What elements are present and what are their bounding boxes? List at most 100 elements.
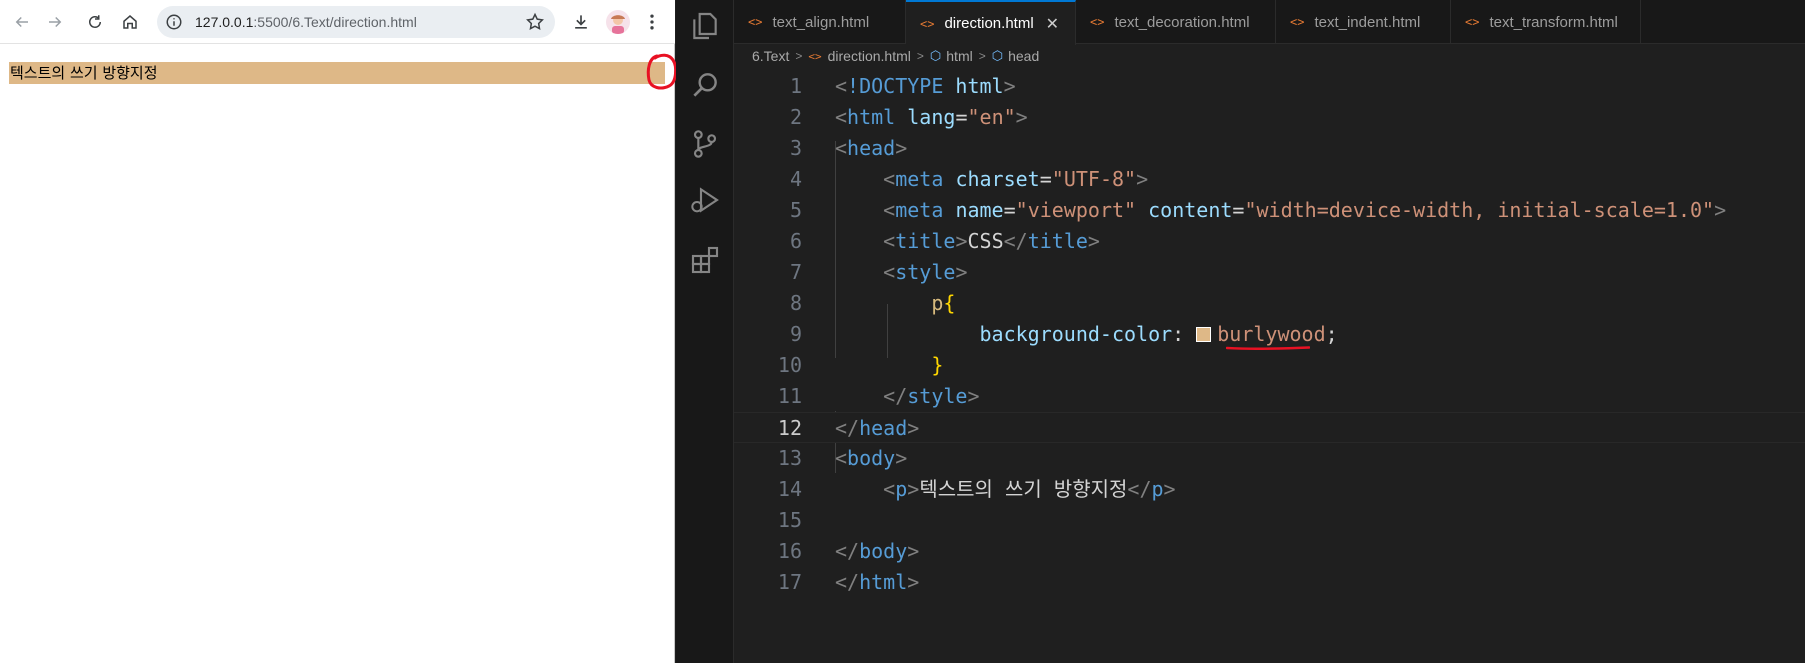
token-tag: body [847, 446, 896, 470]
code-line: 3 <head> [734, 133, 1805, 164]
home-button[interactable] [117, 9, 143, 35]
browser-window: 127.0.0.1:5500/6.Text/direction.html 텍스트… [0, 0, 678, 663]
line-number: 9 [789, 322, 802, 346]
code-line: 9 background-color: burlywood; [734, 319, 1805, 350]
download-button[interactable] [569, 10, 593, 34]
code-line: 14 <p>텍스트의 쓰기 방향지정</p> [734, 474, 1805, 505]
symbol-cube-icon: ⬡ [991, 48, 1004, 63]
code-line: 15 [734, 505, 1805, 536]
html-file-icon: <> [1090, 15, 1105, 29]
breadcrumb-file[interactable]: direction.html [828, 48, 911, 64]
search-icon[interactable] [689, 69, 721, 101]
back-button[interactable] [9, 9, 35, 35]
tab-label: text_align.html [772, 13, 870, 31]
code-line: 2 <html lang="en"> [734, 102, 1805, 133]
line-number: 12 [777, 416, 802, 440]
tab-text-transform[interactable]: <> text_transform.html [1451, 0, 1641, 44]
page-viewport: 텍스트의 쓰기 방향지정 [0, 45, 678, 663]
code-line: 13 <body> [734, 443, 1805, 474]
tab-text-align[interactable]: <> text_align.html [734, 0, 906, 44]
demo-paragraph: 텍스트의 쓰기 방향지정 [9, 62, 665, 84]
line-number: 17 [777, 570, 802, 594]
tab-label: text_decoration.html [1114, 13, 1250, 31]
token-text: CSS [967, 229, 1004, 253]
forward-button[interactable] [42, 9, 68, 35]
code-line-current: 12 </head> [734, 412, 1805, 443]
token-tag: meta [895, 198, 944, 222]
tab-direction[interactable]: <> direction.html ✕ [906, 0, 1076, 45]
token-tag: style [907, 384, 968, 408]
forward-arrow-icon [49, 16, 62, 28]
token-string: "width=device-width, initial-scale=1.0" [1244, 198, 1715, 222]
line-number: 1 [789, 74, 802, 98]
code-line: 1 <!DOCTYPE html> [734, 71, 1805, 102]
tab-text-decoration[interactable]: <> text_decoration.html [1076, 0, 1276, 44]
red-annotation-circle [646, 53, 678, 90]
token-tag: title [895, 229, 956, 253]
bookmark-star-icon[interactable] [525, 12, 545, 32]
token-attr: html [955, 74, 1004, 98]
token-tag: p [895, 477, 908, 501]
address-bar[interactable]: 127.0.0.1:5500/6.Text/direction.html [157, 6, 555, 38]
html-file-icon: <> [920, 16, 935, 31]
line-number: 14 [777, 477, 802, 501]
site-info-icon[interactable] [165, 13, 183, 31]
token-string: "UTF-8" [1051, 167, 1137, 191]
reload-button[interactable] [82, 9, 108, 35]
browser-toolbar: 127.0.0.1:5500/6.Text/direction.html [0, 0, 675, 44]
chevron-right-icon: > [916, 49, 924, 63]
token-attr: charset [955, 167, 1040, 191]
browser-menu-button[interactable] [640, 10, 664, 34]
line-number: 6 [789, 229, 802, 253]
token-tag: html [859, 570, 908, 594]
tab-label: direction.html [944, 15, 1034, 32]
back-arrow-icon [15, 16, 28, 28]
run-debug-icon[interactable] [689, 184, 721, 216]
editor-tab-bar: <> text_align.html <> direction.html ✕ <> te… [734, 0, 1805, 45]
line-number: 5 [789, 198, 802, 222]
line-number: 7 [789, 260, 802, 284]
explorer-icon[interactable] [689, 10, 721, 42]
extensions-icon[interactable] [689, 244, 721, 276]
html-file-icon: <> [748, 15, 763, 29]
source-control-icon[interactable] [689, 128, 721, 160]
token-selector: p [931, 291, 944, 315]
avatar-image [611, 15, 625, 34]
token-attr: content [1148, 198, 1233, 222]
tab-text-indent[interactable]: <> text_indent.html [1276, 0, 1451, 44]
token-value: burlywood [1217, 322, 1326, 346]
close-tab-icon[interactable]: ✕ [1046, 14, 1059, 34]
code-editor: <> text_align.html <> direction.html ✕ <> te… [734, 0, 1805, 663]
line-number: 15 [777, 508, 802, 532]
download-icon [575, 15, 587, 29]
token-text: 텍스트의 쓰기 방향지정 [919, 477, 1128, 501]
code-line: 6 <title>CSS</title> [734, 226, 1805, 257]
token-tag: head [847, 136, 896, 160]
breadcrumb-folder[interactable]: 6.Text [752, 48, 789, 64]
chevron-right-icon: > [978, 49, 986, 63]
profile-avatar[interactable] [606, 10, 630, 34]
line-number: 2 [789, 105, 802, 129]
color-swatch[interactable] [1196, 327, 1212, 342]
line-number: 8 [789, 291, 802, 315]
token-tag: title [1027, 229, 1088, 253]
line-number: 3 [789, 136, 802, 160]
code-line: 5 <meta name="viewport" content="width=d… [734, 195, 1805, 226]
reload-icon [89, 15, 101, 28]
token-tag: meta [895, 167, 944, 191]
token-doctype: !DOCTYPE [847, 74, 944, 98]
url-host: 127.0.0.1 [195, 14, 254, 30]
activity-bar [676, 0, 734, 663]
code-line: 4 <meta charset="UTF-8"> [734, 164, 1805, 195]
code-line: 8 p{ [734, 288, 1805, 319]
token-string: "viewport" [1015, 198, 1137, 222]
html-file-icon: <> [808, 49, 822, 63]
breadcrumb-symbol-head[interactable]: head [1008, 48, 1039, 64]
token-property: background-color [979, 322, 1173, 346]
tab-label: text_indent.html [1314, 13, 1421, 31]
token-attr: lang [907, 105, 956, 129]
code-line: 17 </html> [734, 567, 1805, 598]
html-file-icon: <> [1290, 15, 1305, 29]
code-line: 11 </style> [734, 381, 1805, 412]
breadcrumb-symbol-html[interactable]: html [946, 48, 972, 64]
